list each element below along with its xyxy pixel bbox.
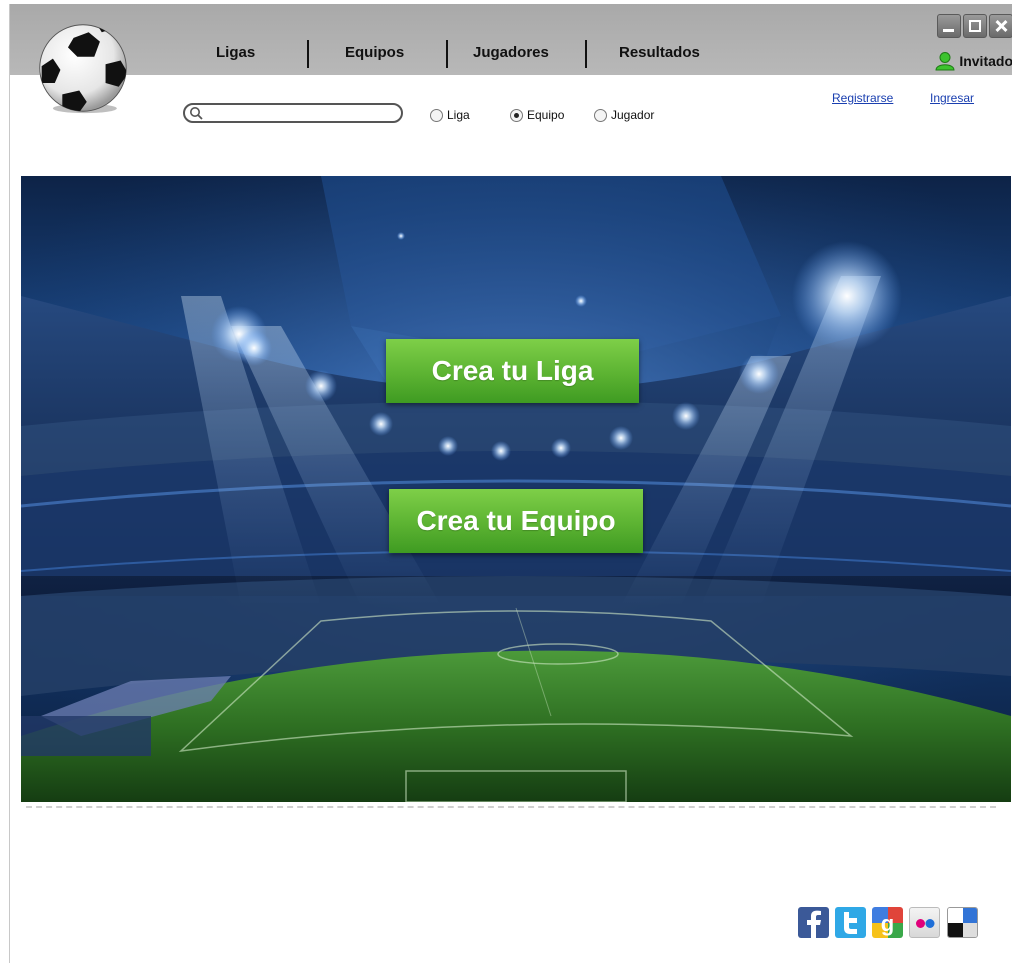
radio-button-selected[interactable] — [510, 108, 523, 122]
radio-liga[interactable]: Liga — [430, 108, 470, 122]
radio-label: Liga — [447, 108, 470, 122]
title-bar: Ligas Equipos Jugadores Resultados Invit… — [10, 4, 1012, 75]
soccer-ball-logo[interactable] — [36, 21, 130, 115]
nav-separator — [585, 40, 587, 68]
twitter-icon[interactable] — [835, 907, 866, 938]
nav-item-ligas[interactable]: Ligas — [216, 44, 255, 61]
radio-jugador[interactable]: Jugador — [594, 108, 654, 122]
login-link[interactable]: Ingresar — [930, 91, 974, 105]
nav-item-equipos[interactable]: Equipos — [345, 44, 404, 61]
user-status[interactable]: Invitado — [935, 51, 1012, 71]
radio-label: Jugador — [611, 108, 655, 122]
google-icon[interactable]: g — [872, 907, 903, 938]
register-link[interactable]: Registrarse — [832, 91, 893, 105]
svg-text:g: g — [881, 911, 894, 936]
delicious-icon[interactable] — [947, 907, 978, 938]
minimize-icon[interactable] — [937, 14, 961, 38]
flickr-icon[interactable] — [909, 907, 940, 938]
nav-separator — [446, 40, 448, 68]
divider — [26, 806, 996, 808]
search-icon — [190, 107, 203, 120]
radio-button[interactable] — [430, 108, 443, 122]
create-league-button[interactable]: Crea tu Liga — [386, 339, 639, 403]
user-name: Invitado — [959, 53, 1012, 69]
window-controls — [937, 14, 1012, 38]
create-team-button[interactable]: Crea tu Equipo — [389, 489, 643, 553]
radio-label: Equipo — [527, 108, 565, 122]
radio-equipo[interactable]: Equipo — [510, 108, 564, 122]
nav-item-jugadores[interactable]: Jugadores — [473, 44, 549, 61]
app-window: Ligas Equipos Jugadores Resultados Invit… — [9, 4, 1012, 963]
search-input[interactable] — [205, 106, 399, 122]
maximize-icon[interactable] — [963, 14, 987, 38]
nav-item-resultados[interactable]: Resultados — [619, 44, 700, 61]
search-box — [183, 103, 403, 123]
nav-separator — [307, 40, 309, 68]
user-icon — [935, 52, 955, 71]
stadium-hero-image: Crea tu Liga Crea tu Equipo — [21, 176, 1011, 802]
close-icon[interactable] — [989, 14, 1012, 38]
radio-button[interactable] — [594, 108, 607, 122]
facebook-icon[interactable] — [798, 907, 829, 938]
